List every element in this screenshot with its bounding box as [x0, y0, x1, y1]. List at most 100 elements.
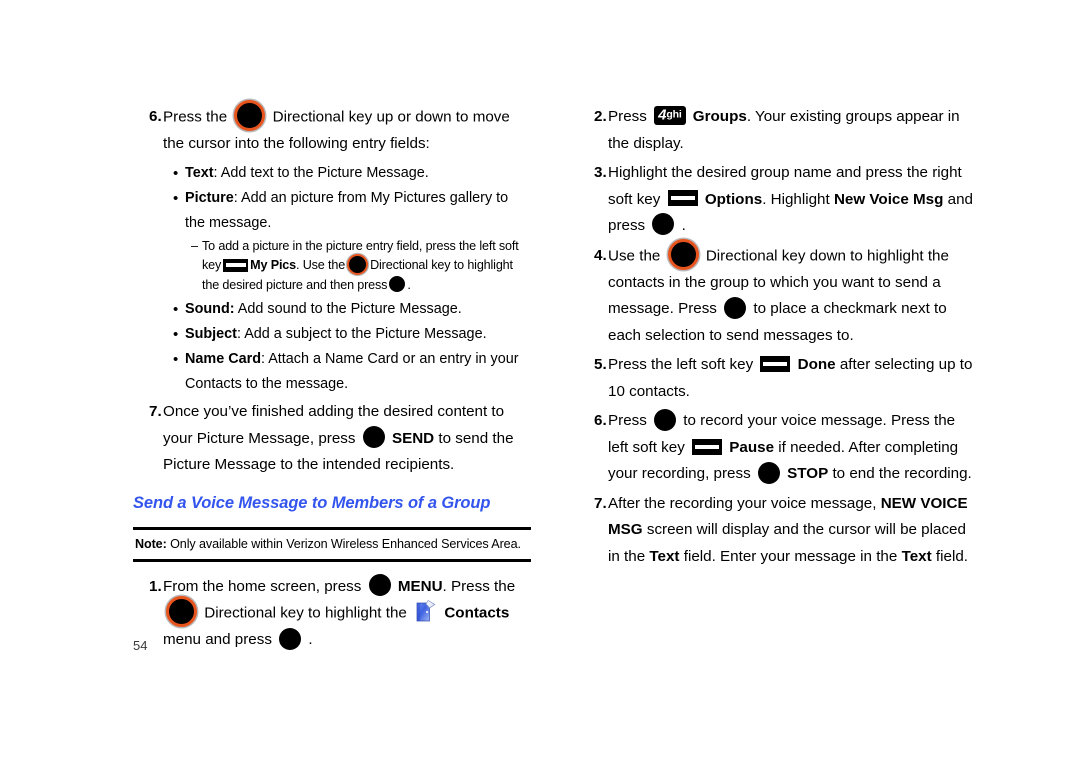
directional-key-icon: [347, 254, 369, 276]
step-text: Press the Directional key up or down to …: [163, 100, 531, 158]
ok-key-icon: [654, 408, 677, 431]
step-number: 3.: [594, 164, 607, 181]
step-6-left: 6. Press the Directional key up or down …: [133, 100, 531, 158]
directional-key-icon: [667, 238, 699, 270]
step-number: 6.: [149, 108, 162, 125]
step-text: Press the left soft key Done after selec…: [608, 352, 978, 405]
bullet-dot-icon: •: [173, 351, 179, 369]
step-text-bold: MENU: [397, 577, 443, 595]
step-text-bold: Done: [797, 356, 836, 374]
step-number: 6.: [594, 412, 607, 430]
step-text-part: From the home screen, press: [163, 577, 362, 595]
bullet-desc: Add text to the Picture Message.: [217, 164, 429, 181]
bullet-content: Picture: Add an picture from My Pictures…: [185, 186, 531, 236]
step-text-part: . Highlight: [762, 190, 830, 208]
step-text-bold: Options: [704, 190, 763, 208]
keypad-key-4-ghi-icon: 4ghi: [654, 106, 686, 125]
step-text: Once you’ve finished adding the desired …: [163, 399, 531, 479]
page-number: 54: [133, 638, 148, 653]
step-text-part: to end the recording.: [832, 465, 972, 483]
step-number: 7.: [149, 403, 162, 421]
left-column: 6. Press the Directional key up or down …: [133, 100, 531, 657]
step-number: 7.: [594, 494, 607, 512]
ok-key-icon: [389, 276, 406, 293]
ok-key-icon: [368, 574, 391, 596]
bullet-text-field: • Text: Add text to the Picture Message.: [133, 161, 531, 186]
ok-key-icon: [279, 627, 302, 650]
keypad-letters: ghi: [666, 108, 682, 121]
step-text-bold: Groups: [692, 108, 747, 125]
manual-page: 6. Press the Directional key up or down …: [0, 0, 1080, 771]
soft-key-icon: [760, 356, 791, 372]
step-text-part: Press the: [163, 108, 228, 126]
step-text-bold: STOP: [787, 465, 829, 483]
step-text: Highlight the desired group name and pre…: [608, 160, 978, 240]
bullet-dot-icon: •: [173, 326, 179, 344]
step-text-part: .: [681, 217, 686, 234]
bullet-dot-icon: •: [173, 189, 179, 207]
sub-bullet-content: To add a picture in the picture entry fi…: [202, 237, 531, 296]
bullet-dot-icon: •: [173, 164, 179, 182]
step-text-bold: Text: [649, 547, 680, 565]
step-text: After the recording your voice message, …: [608, 491, 978, 571]
directional-key-icon: [234, 100, 266, 131]
step-2-right: 2. Press 4ghi Groups. Your existing grou…: [578, 104, 978, 157]
bullet-label: Picture: [185, 189, 234, 206]
sub-text-bold: My Pics: [250, 258, 297, 273]
contacts-book-icon: [415, 599, 436, 623]
bullet-desc: Add sound to the Picture Message.: [234, 301, 462, 318]
step-7-right: 7. After the recording your voice messag…: [578, 491, 978, 571]
ok-key-icon: [724, 296, 747, 319]
sub-bullet-add-picture: – To add a picture in the picture entry …: [133, 237, 531, 296]
right-column: 2. Press 4ghi Groups. Your existing grou…: [578, 104, 978, 573]
step-text-part: . Press the: [442, 577, 516, 595]
dash-icon: –: [191, 238, 199, 253]
sub-text-part: .: [407, 277, 411, 292]
step-text: Use the Directional key down to highligh…: [608, 238, 978, 350]
step-text-part: Press the left soft key: [608, 356, 754, 374]
note-body: Only available within Verizon Wireless E…: [170, 536, 521, 551]
step-text-bold: New Voice Msg: [833, 190, 944, 208]
step-number: 1.: [149, 577, 162, 595]
step-4-right: 4. Use the Directional key down to highl…: [578, 238, 978, 350]
sub-text-part: . Use the: [296, 258, 346, 273]
bullet-name-card-field: • Name Card: Attach a Name Card or an en…: [133, 347, 531, 397]
step-text-bold: Contacts: [444, 604, 510, 622]
step-7-left: 7. Once you’ve finished adding the desir…: [133, 399, 531, 479]
soft-key-icon: [667, 190, 698, 207]
step-text: From the home screen, press MENU. Press …: [163, 574, 531, 654]
note-text: Note: Only available within Verizon Wire…: [133, 536, 531, 553]
bullet-picture-field: • Picture: Add an picture from My Pictur…: [133, 186, 531, 236]
bullet-subject-field: • Subject: Add a subject to the Picture …: [133, 322, 531, 347]
step-6-right: 6. Press to record your voice message. P…: [578, 408, 978, 488]
bullet-desc: Add a subject to the Picture Message.: [240, 326, 487, 343]
step-text-part: menu and press: [163, 631, 272, 649]
step-1-left: 1. From the home screen, press MENU. Pre…: [133, 574, 531, 654]
bullet-label: Subject: [185, 326, 237, 343]
step-text-part: Press: [608, 412, 647, 430]
ok-key-icon: [362, 426, 385, 448]
step-3-right: 3. Highlight the desired group name and …: [578, 160, 978, 240]
step-text: Press 4ghi Groups. Your existing groups …: [608, 104, 978, 157]
bullet-content: Subject: Add a subject to the Picture Me…: [185, 322, 531, 347]
bullet-label: Sound:: [185, 301, 235, 318]
step-number: 2.: [594, 108, 607, 125]
note-box: Note: Only available within Verizon Wire…: [133, 526, 531, 562]
bullet-label: Name Card: [185, 351, 261, 368]
entry-field-bullet-list: • Text: Add text to the Picture Message.…: [133, 161, 531, 398]
step-text-part: Press: [608, 108, 647, 125]
step-text: Press to record your voice message. Pres…: [608, 408, 978, 488]
bullet-content: Name Card: Attach a Name Card or an entr…: [185, 347, 531, 397]
directional-key-icon: [166, 596, 197, 628]
note-label: Note:: [135, 536, 167, 551]
step-5-right: 5. Press the left soft key Done after se…: [578, 352, 978, 405]
step-text-part: .: [308, 631, 313, 649]
soft-key-icon: [223, 258, 249, 272]
step-text-part: Use the: [608, 247, 661, 265]
ok-key-icon: [757, 461, 780, 484]
bullet-label: Text: [185, 164, 214, 181]
bullet-dot-icon: •: [173, 301, 179, 319]
section-heading: Send a Voice Message to Members of a Gro…: [133, 493, 491, 512]
step-text-bold: SEND: [391, 429, 435, 447]
step-number: 4.: [594, 246, 607, 264]
